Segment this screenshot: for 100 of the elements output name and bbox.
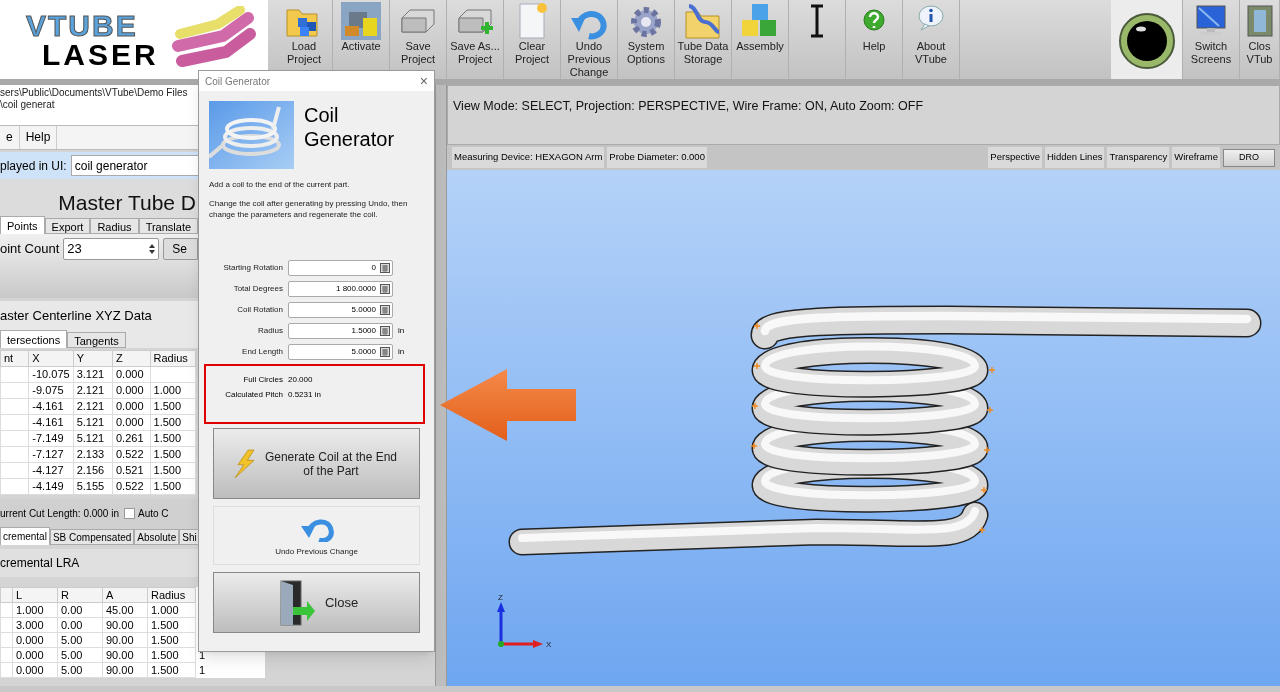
set-button[interactable]: Se [163, 238, 199, 260]
menu-item[interactable]: Help [19, 126, 58, 149]
menu-item[interactable]: e [0, 126, 20, 149]
tab[interactable]: Translate [138, 218, 199, 234]
number-field[interactable]: 0 [288, 260, 393, 276]
toolbar-button[interactable]: Undo Previous Change [561, 0, 618, 79]
tab[interactable]: cremental [0, 527, 50, 545]
tab[interactable]: Points [0, 216, 45, 234]
table-cell: -4.149 [28, 478, 74, 495]
table-cell: 1.000 [12, 602, 58, 618]
file-path: sers\Public\Documents\VTube\Demo Files\coil generat [0, 87, 189, 111]
tab[interactable]: Radius [90, 218, 139, 234]
table-cell: 1 [195, 662, 265, 678]
table-cell: -7.127 [28, 446, 74, 463]
tab[interactable]: SB Compensated [49, 529, 135, 545]
result-label: Calculated Pitch [224, 389, 283, 401]
toolbar-button[interactable]: Tube Data Storage [675, 0, 732, 79]
view-status: View Mode: SELECT, Projection: PERSPECTIVE, Wire Frame: ON, Auto Zoom: OFF [453, 99, 924, 113]
info-label: Measuring Device: HEXAGON Arm [452, 147, 605, 168]
undo-button[interactable]: Undo Previous Change [213, 506, 420, 565]
toolbar-button[interactable]: Clos VTub [1240, 0, 1280, 79]
view-toggle[interactable]: Hidden Lines [1045, 147, 1105, 168]
field-label: played in UI: [0, 157, 67, 175]
logo-text: VTUBE [26, 10, 139, 41]
field-label: End Length [241, 346, 283, 358]
table-cell: 5.121 [73, 414, 113, 431]
number-field[interactable]: 1.5000 [288, 323, 393, 339]
close-dialog-button[interactable]: Close [213, 572, 420, 633]
dro-button[interactable]: DRO [1223, 148, 1275, 167]
table-cell: 1.500 [147, 647, 196, 663]
toolbar-button[interactable] [1111, 0, 1183, 79]
checkbox[interactable] [124, 507, 135, 519]
calculator-icon [380, 326, 390, 336]
table-cell: 0.00 [57, 617, 103, 633]
table-cell: 90.00 [102, 647, 148, 663]
description-text: Change the coil after generating by pressing Undo, then change the parameters and regenerate the coil. [209, 198, 409, 220]
number-field[interactable]: 5.0000 [288, 302, 393, 318]
dialog-heading: Coil Generator [304, 103, 396, 152]
tab[interactable]: Tangents [67, 332, 126, 348]
table-cell: 0.261 [112, 430, 151, 447]
table-cell: 0.000 [12, 632, 58, 648]
toolbar-button[interactable]: Save As... Project [447, 0, 504, 79]
table-cell: 5.00 [57, 662, 103, 678]
table-cell: 1.500 [147, 617, 196, 633]
description-text: Add a coil to the end of the current part. [209, 179, 351, 190]
view-toggle[interactable]: Transparency [1107, 147, 1170, 168]
checkbox-label: Auto C [138, 506, 169, 521]
table-cell: 5.00 [57, 632, 103, 648]
tab[interactable]: Export [44, 218, 91, 234]
point-count-spinbox[interactable]: 23 [63, 238, 160, 260]
lens-icon [1116, 10, 1177, 71]
table-cell: 2.121 [73, 382, 113, 399]
field-label: Coil Rotation [236, 304, 283, 316]
table-cell: 1.500 [150, 462, 196, 479]
table-cell: 1.500 [150, 446, 196, 463]
toolbar-button[interactable]: System Options [618, 0, 675, 79]
table-cell: 0.521 [112, 462, 151, 479]
number-field[interactable]: 5.0000 [288, 344, 393, 360]
table-cell: 0.000 [12, 662, 58, 678]
folder-icon [683, 2, 723, 40]
table-cell: 0.000 [112, 366, 151, 383]
table-cell: 1.500 [147, 662, 196, 678]
table-cell: 0.000 [112, 398, 151, 415]
table-cell: 90.00 [102, 617, 148, 633]
toolbar-button[interactable]: Clear Project [504, 0, 561, 79]
table-cell: -9.075 [28, 382, 74, 399]
spin-arrows-icon [149, 243, 156, 255]
logo-text: LASER [41, 40, 160, 69]
calculator-icon [380, 284, 390, 294]
result-label: Full Circles [242, 374, 283, 386]
field-label: Total Degrees [232, 283, 283, 295]
table-cell: 1.500 [150, 398, 196, 415]
table-cell: 1.500 [150, 430, 196, 447]
table-cell: 90.00 [102, 662, 148, 678]
view-toggle[interactable]: Wireframe [1172, 147, 1220, 168]
column-header: L [12, 587, 58, 603]
table-cell: 1.500 [150, 414, 196, 431]
info-label: Probe Diameter: 0.000 [607, 147, 707, 168]
generate-button[interactable]: Generate Coil at the End of the Part [213, 428, 420, 499]
tab[interactable]: Absolute [134, 529, 180, 545]
column-header: R [57, 587, 103, 603]
tab[interactable]: Shi [179, 529, 200, 545]
table-cell: 0.000 [112, 382, 151, 399]
toolbar-button[interactable]: About VTube [903, 0, 960, 79]
view-toggle[interactable]: Perspective [988, 147, 1042, 168]
table-cell: 5.155 [73, 478, 113, 495]
table-cell: 5.00 [57, 647, 103, 663]
toolbar-button[interactable]: Help [846, 0, 903, 79]
table-cell: 45.00 [102, 602, 148, 618]
table-cell: -7.149 [28, 430, 74, 447]
column-header: X [28, 350, 74, 367]
column-header: Radius [147, 587, 196, 603]
table-cell: -4.127 [28, 462, 74, 479]
number-field[interactable]: 1 800.0000 [288, 281, 393, 297]
tab[interactable]: tersections [0, 330, 68, 348]
table-cell: 0.522 [112, 478, 151, 495]
toolbar-button[interactable]: Assembly [732, 0, 789, 79]
table-cell: 90.00 [102, 632, 148, 648]
axis-label: Z [498, 593, 503, 602]
toolbar-button[interactable]: Switch Screens [1183, 0, 1240, 79]
